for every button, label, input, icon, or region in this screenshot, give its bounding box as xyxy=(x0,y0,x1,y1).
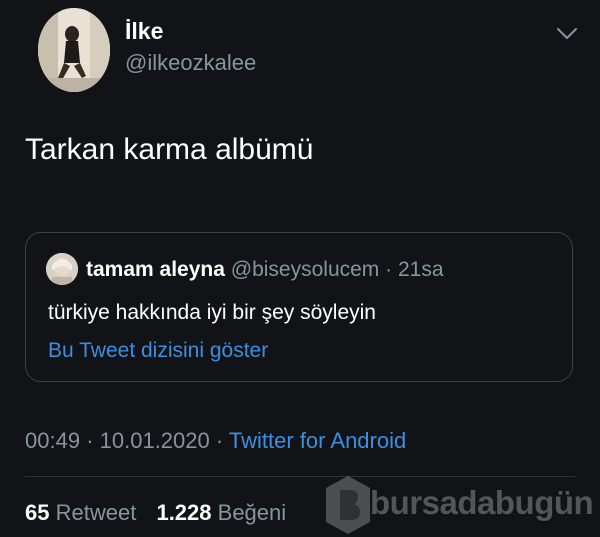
quoted-separator: · xyxy=(385,258,393,281)
avatar-photo xyxy=(38,8,110,92)
quoted-avatar-photo xyxy=(46,253,78,285)
watermark-text: bursadabugün xyxy=(370,484,594,521)
bursadabugun-logo-icon xyxy=(322,474,374,536)
quoted-author-display-name[interactable]: tamam aleyna xyxy=(86,258,225,281)
show-thread-link[interactable]: Bu Tweet dizisini göster xyxy=(48,339,268,363)
chevron-down-icon[interactable] xyxy=(556,26,578,42)
author-handle[interactable]: @ilkeozkalee xyxy=(125,50,256,76)
tweet-date[interactable]: 10.01.2020 xyxy=(100,428,210,453)
quoted-author-avatar[interactable] xyxy=(46,253,78,285)
meta-separator: · xyxy=(86,428,94,453)
like-label[interactable]: Beğeni xyxy=(218,500,287,525)
author-avatar[interactable] xyxy=(38,8,110,92)
retweet-count[interactable]: 65 xyxy=(25,500,49,525)
tweet-text: Tarkan karma albümü xyxy=(25,133,314,166)
watermark: bursadabugün xyxy=(322,474,600,537)
quoted-author-handle[interactable]: @biseysolucem xyxy=(231,258,380,281)
tweet-source-link[interactable]: Twitter for Android xyxy=(229,428,406,453)
quoted-tweet-header: tamam aleyna @biseysolucem · 21sa xyxy=(86,258,444,282)
tweet-time[interactable]: 00:49 xyxy=(25,428,80,453)
author-display-name[interactable]: İlke xyxy=(125,18,163,45)
meta-separator: · xyxy=(215,428,224,453)
tweet-card: İlke @ilkeozkalee Tarkan karma albümü ta… xyxy=(0,0,600,537)
quoted-timestamp[interactable]: 21sa xyxy=(398,258,444,281)
quoted-tweet-card[interactable]: tamam aleyna @biseysolucem · 21sa türkiy… xyxy=(25,232,573,382)
tweet-stats: 65 Retweet 1.228 Beğeni xyxy=(25,500,300,526)
retweet-label[interactable]: Retweet xyxy=(56,500,137,525)
tweet-meta: 00:49 · 10.01.2020 · Twitter for Android xyxy=(25,428,406,454)
like-count[interactable]: 1.228 xyxy=(156,500,211,525)
quoted-tweet-text: türkiye hakkında iyi bir şey söyleyin xyxy=(48,301,376,324)
